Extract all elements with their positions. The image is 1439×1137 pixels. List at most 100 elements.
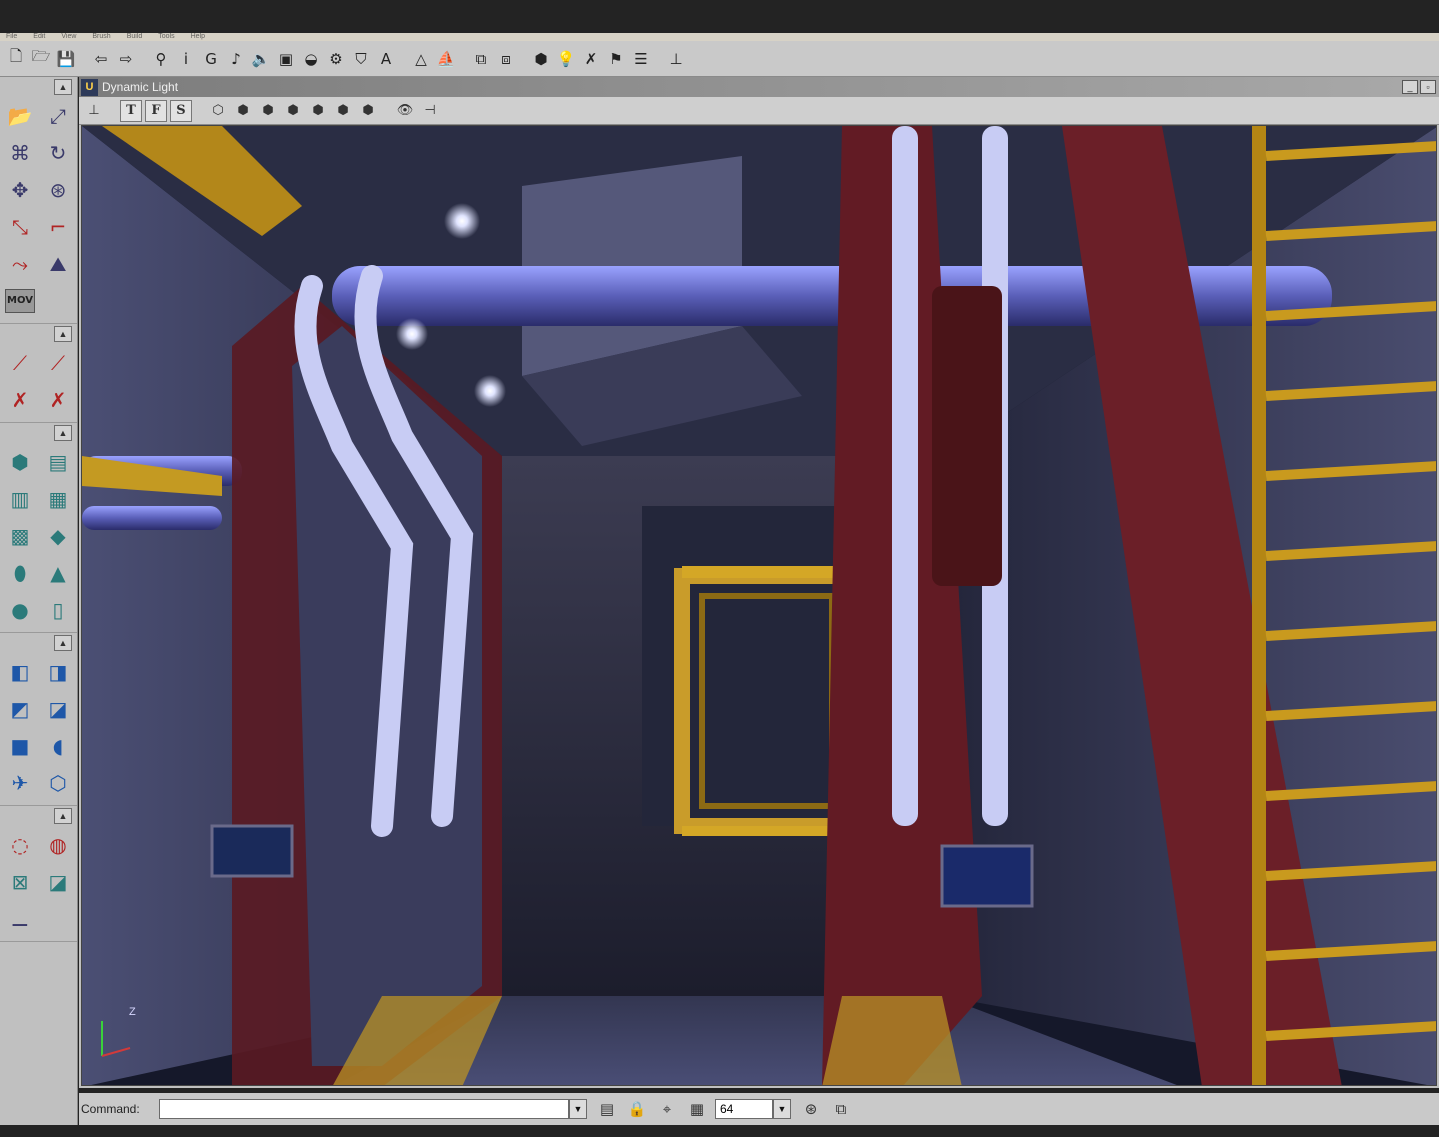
terrain-builder-button[interactable]: ▩ [2, 517, 38, 554]
mesh-browser-button[interactable]: ◒ [299, 46, 323, 72]
csg-add-button[interactable]: ◧ [2, 653, 38, 690]
csg-intersect-button[interactable]: ◩ [2, 690, 38, 727]
staircase-builder-button[interactable]: ▤ [40, 443, 76, 480]
side-view-button[interactable]: S [170, 99, 192, 122]
clip-flip-button[interactable]: ✗ [2, 381, 38, 418]
csg-subtract-button[interactable]: ◨ [40, 653, 76, 690]
snap-vertex-icon[interactable]: ⌖ [655, 1098, 679, 1120]
clip-delete-button[interactable]: ✗ [40, 381, 76, 418]
maximize-viewport-icon[interactable]: ⧉ [829, 1098, 853, 1120]
texture-pan-button[interactable]: ⊛ [40, 171, 76, 208]
rotation-grid-icon[interactable]: ⊛ [799, 1098, 823, 1120]
realtime-preview-button[interactable]: ⊥ [83, 100, 105, 122]
show-selected-button[interactable]: ◌ [2, 826, 38, 863]
clip-split-button[interactable]: ⟋ [40, 344, 76, 381]
play-map-button[interactable]: ⊥ [664, 46, 688, 72]
csg-deintersect-button[interactable]: ◪ [40, 690, 76, 727]
log-window-icon[interactable]: ▤ [595, 1098, 619, 1120]
scale-button[interactable]: ✥ [2, 171, 38, 208]
curved-stair-builder-button[interactable]: ▥ [2, 480, 38, 517]
menu-tools[interactable]: Tools [158, 33, 174, 41]
add-volume-button[interactable]: ⬡ [40, 764, 76, 801]
grid-size-dropdown[interactable]: ▼ [773, 1099, 791, 1119]
clip-segment-button[interactable]: ⟋ [2, 344, 38, 381]
menu-build[interactable]: Build [127, 33, 143, 41]
terrain-editor-button[interactable]: △ [409, 46, 433, 72]
animation-browser-button[interactable]: ⚙ [324, 46, 348, 72]
maximize-button[interactable]: ▫ [1420, 80, 1436, 94]
spiral-stair-builder-button[interactable]: ▦ [40, 480, 76, 517]
music-browser-button[interactable]: ♪ [224, 46, 248, 72]
build-all-button[interactable]: ⚑ [604, 46, 628, 72]
3d-viewport-render[interactable]: Z [81, 125, 1437, 1086]
minimize-button[interactable]: _ [1402, 80, 1418, 94]
lighting-only-mode-icon[interactable]: ⬢ [357, 100, 379, 122]
search-actors-button[interactable]: ⚲ [149, 46, 173, 72]
freehand-polygon-button[interactable]: ⌐ [40, 208, 76, 245]
volumetric-builder-button[interactable]: ▯ [40, 591, 76, 628]
brush-clip-button[interactable]: ⌘ [2, 134, 38, 171]
actor-browser-button[interactable]: ⅰ [174, 46, 198, 72]
build-geometry-button[interactable]: ⬢ [529, 46, 553, 72]
dynamic-light-mode-icon[interactable]: ⬢ [332, 100, 354, 122]
group-browser-button[interactable]: G [199, 46, 223, 72]
command-input[interactable] [159, 1099, 569, 1119]
grid-size-input[interactable] [715, 1099, 773, 1119]
show-all-button[interactable]: ◪ [40, 863, 76, 900]
sheet-builder-button[interactable]: ◆ [40, 517, 76, 554]
zone-mode-icon[interactable]: ⬢ [232, 100, 254, 122]
vertex-edit-button[interactable]: ⤢ [40, 97, 76, 134]
matinee-mode-button[interactable]: MOV [5, 288, 35, 313]
menu-file[interactable]: File [6, 33, 17, 41]
cylinder-builder-button[interactable]: ⬮ [2, 554, 38, 591]
build-lighting-button[interactable]: 💡 [554, 46, 578, 72]
sound-browser-button[interactable]: 🔈 [249, 46, 273, 72]
collapse-group-button[interactable]: ▲ [54, 425, 72, 441]
texture-browser-button[interactable]: ▣ [274, 46, 298, 72]
menu-brush[interactable]: Brush [92, 33, 110, 41]
collapse-group-button[interactable]: ▲ [54, 635, 72, 651]
grid-toggle-icon[interactable]: ▦ [685, 1098, 709, 1120]
hide-selected-button[interactable]: ◍ [40, 826, 76, 863]
menu-view[interactable]: View [61, 33, 76, 41]
add-mover-button[interactable]: ■ [2, 727, 38, 764]
collapse-group-button[interactable]: ▲ [54, 808, 72, 824]
stretch-button[interactable]: ⤳ [2, 245, 38, 282]
add-static-mesh-button[interactable]: ✈ [2, 764, 38, 801]
texture-usage-mode-icon[interactable]: ⬢ [282, 100, 304, 122]
save-map-button[interactable]: 💾 [54, 46, 78, 72]
wireframe-mode-icon[interactable]: ⬡ [207, 100, 229, 122]
font-browser-button[interactable]: A [374, 46, 398, 72]
select-inverse-button[interactable]: ⊠ [2, 863, 38, 900]
face-drag-button[interactable]: ⤡ [2, 208, 38, 245]
prefab-browser-button[interactable]: ⛉ [349, 46, 373, 72]
redo-button[interactable]: ⇨ [114, 46, 138, 72]
sphere-builder-button[interactable]: ● [2, 591, 38, 628]
command-history-dropdown[interactable]: ▼ [569, 1099, 587, 1119]
2d-shape-editor-button[interactable]: ⧉ [469, 46, 493, 72]
matinee-button[interactable]: ⛵ [434, 46, 458, 72]
rotate-button[interactable]: ↻ [40, 134, 76, 171]
front-view-button[interactable]: F [145, 99, 167, 122]
collapse-group-button[interactable]: ▲ [54, 326, 72, 342]
bsp-mode-icon[interactable]: ⬢ [257, 100, 279, 122]
terrain-edit-button[interactable]: ⛰ [40, 245, 76, 282]
viewport-titlebar[interactable]: U Dynamic Light _ ▫ [79, 77, 1439, 97]
lock-selection-icon[interactable]: 🔒 [625, 1098, 649, 1120]
top-view-button[interactable]: T [120, 99, 142, 122]
new-map-button[interactable]: 🗋 [4, 46, 28, 72]
collapse-group-button[interactable]: ▲ [54, 79, 72, 95]
camera-speed-button[interactable]: ⚊ [2, 900, 38, 937]
cube-builder-button[interactable]: ⬢ [2, 443, 38, 480]
view-options-icon[interactable]: 👁 [394, 100, 416, 122]
build-options-button[interactable]: ☰ [629, 46, 653, 72]
add-special-button[interactable]: ◖ [40, 727, 76, 764]
lock-view-icon[interactable]: ⊣ [419, 100, 441, 122]
scripts-button[interactable]: ⧈ [494, 46, 518, 72]
menu-edit[interactable]: Edit [33, 33, 45, 41]
build-paths-button[interactable]: ✗ [579, 46, 603, 72]
cone-builder-button[interactable]: ▲ [40, 554, 76, 591]
undo-button[interactable]: ⇦ [89, 46, 113, 72]
open-map-button[interactable]: 🗁 [29, 46, 53, 72]
textured-mode-icon[interactable]: ⬢ [307, 100, 329, 122]
